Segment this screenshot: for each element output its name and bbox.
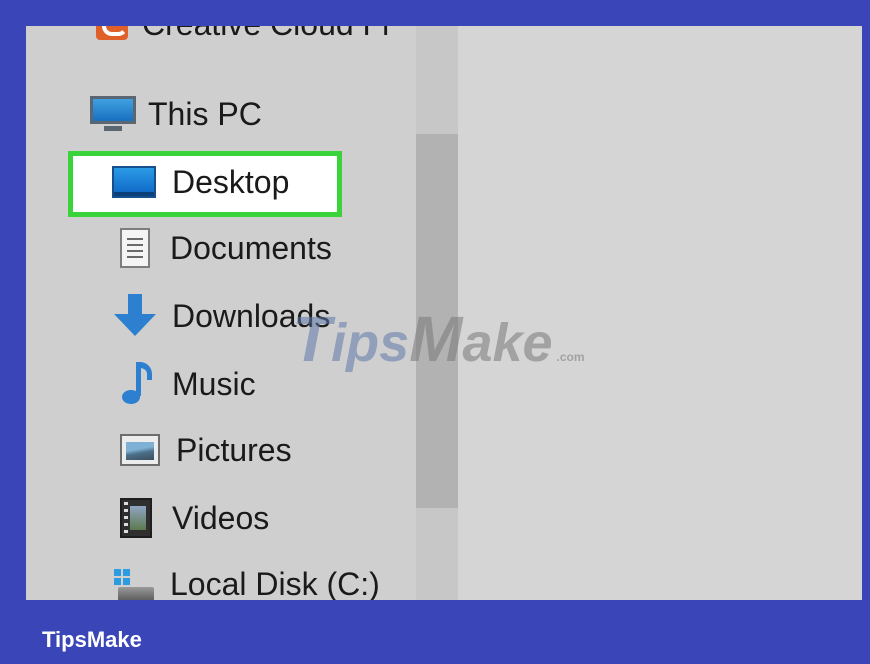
navigation-pane: Creative Cloud Fi This PC Desktop Docume…	[26, 26, 458, 600]
brand-label: TipsMake	[42, 627, 142, 652]
video-icon	[120, 498, 152, 538]
nav-item-desktop[interactable]: Desktop	[112, 154, 289, 210]
file-explorer-window: Creative Cloud Fi This PC Desktop Docume…	[26, 26, 862, 600]
document-icon	[120, 228, 150, 268]
nav-item-label: Local Disk (C:)	[170, 566, 380, 600]
nav-item-label: Desktop	[172, 164, 290, 200]
download-arrow-icon	[114, 294, 156, 338]
nav-item-this-pc[interactable]: This PC	[90, 86, 262, 142]
creative-cloud-icon	[96, 26, 128, 40]
nav-item-label: Pictures	[176, 432, 292, 468]
content-pane	[458, 26, 862, 600]
nav-item-downloads[interactable]: Downloads	[114, 288, 330, 344]
local-disk-icon	[112, 565, 156, 600]
nav-item-label: This PC	[148, 96, 262, 132]
nav-item-local-disk[interactable]: Local Disk (C:)	[112, 556, 380, 600]
nav-item-videos[interactable]: Videos	[120, 490, 269, 546]
nav-item-label: Downloads	[172, 298, 331, 334]
nav-item-label: Documents	[170, 230, 332, 266]
nav-item-creative-cloud[interactable]: Creative Cloud Fi	[96, 26, 389, 52]
scrollbar-thumb[interactable]	[416, 134, 458, 508]
nav-item-pictures[interactable]: Pictures	[120, 422, 292, 478]
nav-item-label: Videos	[172, 500, 270, 536]
monitor-icon	[90, 96, 136, 132]
picture-icon	[120, 434, 160, 466]
nav-item-label: Music	[172, 366, 256, 402]
nav-item-music[interactable]: Music	[122, 356, 256, 412]
nav-item-label: Creative Cloud Fi	[142, 26, 389, 40]
music-note-icon	[122, 362, 152, 406]
nav-item-documents[interactable]: Documents	[120, 220, 332, 276]
desktop-icon	[112, 166, 156, 198]
